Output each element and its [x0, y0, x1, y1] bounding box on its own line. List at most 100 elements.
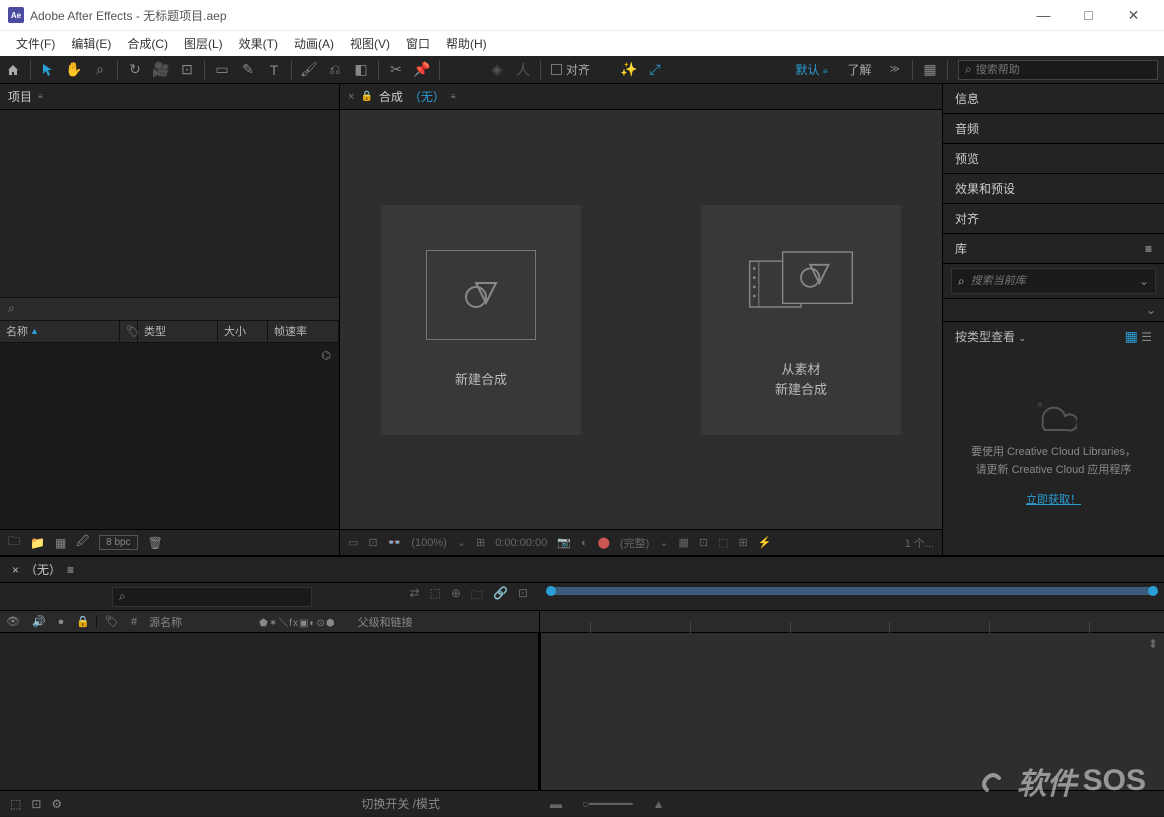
tl-foot-icon3[interactable]: ⚙	[51, 797, 62, 811]
camera-tool[interactable]: 🎥	[148, 56, 174, 84]
menu-window[interactable]: 窗口	[398, 31, 438, 57]
col-fps[interactable]: 帧速率	[268, 321, 339, 342]
chevron-down-icon[interactable]: ⌄	[1139, 274, 1149, 288]
zoom-out-icon[interactable]: ▬	[550, 797, 562, 811]
work-area-end[interactable]	[1148, 586, 1158, 596]
grid-icon[interactable]: ▦	[678, 536, 688, 549]
workspace-default[interactable]: 默认 ≡	[785, 61, 837, 78]
panel-menu-icon[interactable]: ≡	[451, 92, 456, 101]
tab-close-icon[interactable]: ×	[348, 91, 354, 103]
project-tab[interactable]: 项目	[8, 88, 32, 105]
workspace-learn[interactable]: 了解	[838, 61, 882, 78]
channel-icon[interactable]: ◐	[581, 537, 588, 549]
maximize-button[interactable]: □	[1066, 0, 1111, 30]
roto-tool[interactable]: ✂	[383, 56, 409, 84]
bpc-button[interactable]: 8 bpc	[99, 535, 137, 550]
comp-tab-value[interactable]: （无）	[409, 88, 445, 105]
toggle-switches-button[interactable]: 切换开关 /模式	[361, 795, 440, 812]
chevron-down-icon[interactable]: ⌄	[1146, 303, 1156, 317]
zoom-tool[interactable]: ⌕	[87, 56, 113, 84]
eraser-tool[interactable]: ◧	[348, 56, 374, 84]
resolution[interactable]: (完整)	[620, 535, 649, 551]
tab-close-icon[interactable]: ×	[12, 563, 19, 577]
sync-icon[interactable]: ▦	[917, 56, 943, 84]
draft-icon[interactable]: ⚡	[758, 536, 772, 549]
guide-icon[interactable]: ⊡	[699, 536, 708, 549]
project-search[interactable]: ⌕	[0, 297, 339, 321]
menu-file[interactable]: 文件(F)	[8, 31, 63, 57]
project-list-area[interactable]: ⌬	[0, 343, 339, 530]
snapshot-icon[interactable]: 📷	[557, 536, 571, 549]
timecode[interactable]: 0:00:00:00	[495, 537, 547, 549]
panel-menu-icon[interactable]: ≡	[67, 563, 74, 577]
panel-audio[interactable]: 音频	[943, 114, 1164, 144]
viewer2-icon[interactable]: ⊡	[368, 536, 377, 549]
snap2-icon[interactable]: ⤢	[642, 56, 668, 84]
new-comp-card[interactable]: 新建合成	[381, 205, 581, 435]
res-icon[interactable]: ⊞	[476, 536, 485, 549]
adjust-icon[interactable]: 🖉	[76, 532, 89, 553]
orbit-tool[interactable]: ↻	[122, 56, 148, 84]
library-view-mode[interactable]: 按类型查看 ⌄	[955, 328, 1026, 345]
timeline-tab[interactable]: （无）	[25, 561, 61, 578]
3d-icon[interactable]: ⬚	[718, 536, 728, 549]
panel-effects-presets[interactable]: 效果和预设	[943, 174, 1164, 204]
comp-icon[interactable]: ▦	[55, 536, 66, 550]
type-tool[interactable]: T	[261, 56, 287, 84]
col-index[interactable]: #	[125, 616, 143, 628]
close-button[interactable]: ✕	[1111, 0, 1156, 30]
tl-tool4-icon[interactable]: 🗀	[471, 586, 483, 607]
timeline-ruler[interactable]	[540, 583, 1164, 611]
pen-tool[interactable]: ✎	[235, 56, 261, 84]
selection-tool[interactable]	[35, 56, 61, 84]
snap-icon[interactable]: ✨	[616, 56, 642, 84]
col-audio-icon[interactable]: 🔊	[26, 615, 52, 628]
help-search-input[interactable]	[976, 64, 1151, 76]
panel-library[interactable]: 库 ≡	[943, 234, 1164, 264]
menu-effect[interactable]: 效果(T)	[231, 31, 286, 57]
lock-icon[interactable]: 🔒	[360, 91, 372, 102]
tl-foot-icon1[interactable]: ⬚	[10, 797, 21, 811]
trash-icon[interactable]: 🗑	[148, 536, 163, 550]
col-label-icon[interactable]: 🏷	[96, 615, 125, 628]
col-name[interactable]: 名称▲	[0, 321, 120, 342]
menu-layer[interactable]: 图层(L)	[176, 31, 231, 57]
menu-help[interactable]: 帮助(H)	[438, 31, 495, 57]
library-search-input[interactable]	[971, 275, 1133, 287]
library-search[interactable]: ⌕ ⌄	[951, 268, 1156, 294]
chevron-down-icon[interactable]: ⌄	[457, 536, 466, 549]
minimize-button[interactable]: —	[1021, 0, 1066, 30]
mask-icon[interactable]: 👓	[388, 536, 402, 549]
timeline-search[interactable]: ⌕	[112, 587, 312, 607]
scroll-icon[interactable]: ⬍	[1148, 637, 1162, 651]
col-source[interactable]: 源名称	[143, 614, 253, 630]
folder-icon[interactable]: 📁	[30, 536, 45, 550]
tl-tool3-icon[interactable]: ⊕	[451, 586, 461, 607]
timeline-layers[interactable]	[0, 633, 540, 790]
zoom-pct[interactable]: (100%)	[411, 537, 446, 549]
col-size[interactable]: 大小	[218, 321, 268, 342]
panel-align[interactable]: 对齐	[943, 204, 1164, 234]
color-icon[interactable]: ⬤	[598, 536, 610, 549]
tl-tool5-icon[interactable]: 🔗	[493, 586, 508, 607]
camera-count[interactable]: 1 个...	[905, 535, 934, 551]
col-type[interactable]: 类型	[138, 321, 218, 342]
puppet-tool[interactable]: 📌	[409, 56, 435, 84]
col-visibility-icon[interactable]: 👁	[0, 615, 26, 628]
col-switches[interactable]: ⬟✶＼fx▣◐⊙⬢	[253, 614, 341, 629]
workspace-more[interactable]: ≫	[882, 64, 908, 75]
work-area-start[interactable]	[546, 586, 556, 596]
grid-view-icon[interactable]: ▦	[1125, 328, 1138, 344]
pan-behind-tool[interactable]: ⊡	[174, 56, 200, 84]
menu-edit[interactable]: 编辑(E)	[63, 31, 119, 57]
panel-preview[interactable]: 预览	[943, 144, 1164, 174]
list-view-icon[interactable]: ☰	[1141, 330, 1152, 344]
col-solo-icon[interactable]: ●	[52, 616, 71, 628]
rectangle-tool[interactable]: ▭	[209, 56, 235, 84]
col-lock-icon[interactable]: 🔒	[70, 615, 96, 628]
create-shape2-icon[interactable]: 人	[510, 56, 536, 84]
chevron-down-icon[interactable]: ⌄	[659, 536, 668, 549]
panel-menu-icon[interactable]: ≡	[1145, 242, 1152, 256]
menu-view[interactable]: 视图(V)	[342, 31, 398, 57]
panel-info[interactable]: 信息	[943, 84, 1164, 114]
